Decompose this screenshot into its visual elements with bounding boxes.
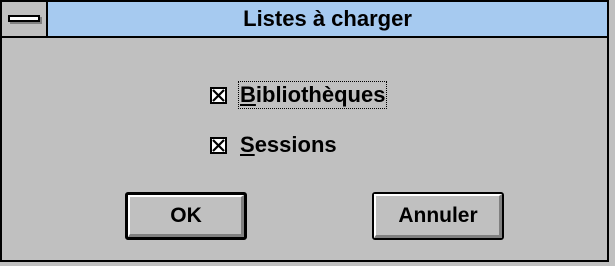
checkbox-label-bibliotheques[interactable]: Bibliothèques <box>237 81 388 109</box>
dialog-window: Listes à charger Bibliothèques Sessions … <box>0 0 609 262</box>
checkbox-row-sessions[interactable]: Sessions <box>210 131 338 159</box>
label-text: essions <box>254 132 337 157</box>
ok-button-label: OK <box>170 204 202 227</box>
label-text: ibliothèques <box>255 82 386 107</box>
dialog-title: Listes à charger <box>243 6 412 31</box>
checkbox-row-bibliotheques[interactable]: Bibliothèques <box>210 81 388 109</box>
checkbox-sessions[interactable] <box>210 136 227 154</box>
check-x-icon <box>212 138 225 152</box>
checkbox-label-sessions[interactable]: Sessions <box>239 132 338 158</box>
ok-button[interactable]: OK <box>125 192 247 240</box>
checkbox-bibliotheques[interactable] <box>210 86 227 104</box>
accelerator-key: B <box>240 82 256 107</box>
accelerator-key: S <box>240 132 255 157</box>
system-menu-button[interactable] <box>2 2 48 36</box>
cancel-button[interactable]: Annuler <box>372 192 504 240</box>
cancel-button-label: Annuler <box>398 204 478 227</box>
title-bar[interactable]: Listes à charger <box>2 2 607 38</box>
check-x-icon <box>212 88 225 102</box>
system-menu-icon <box>8 15 40 22</box>
